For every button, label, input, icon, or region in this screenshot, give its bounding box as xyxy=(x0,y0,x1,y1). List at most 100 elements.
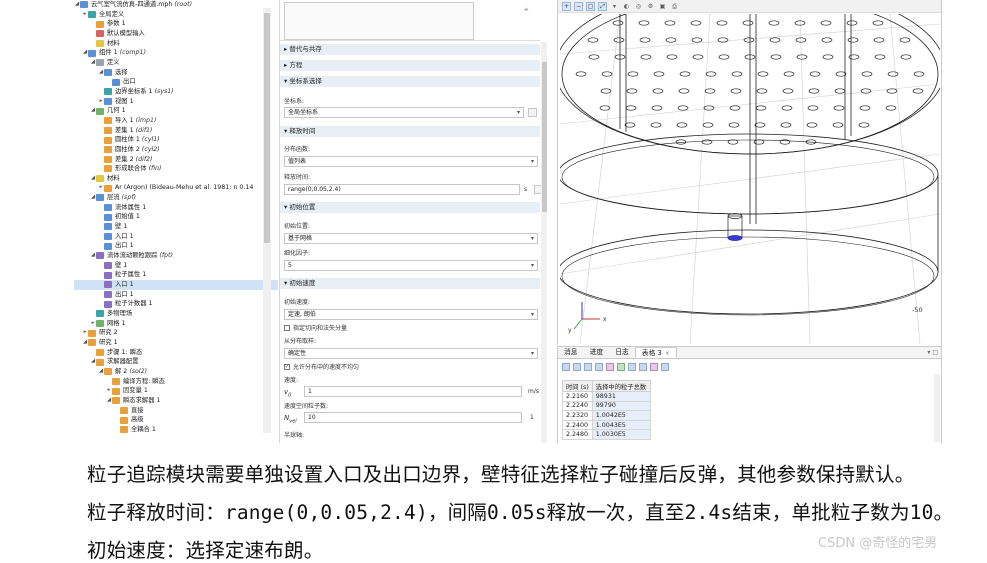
tree-node[interactable]: ◢ 瞬态求解器 1 xyxy=(74,396,278,406)
tree-node[interactable]: ◢ 组件 1 (comp1) xyxy=(74,48,278,58)
table-cell[interactable]: 2.2320 xyxy=(562,410,593,421)
tree-node[interactable]: 入口 1 xyxy=(74,280,278,290)
zoom-in-icon[interactable]: + xyxy=(562,1,571,11)
table-full-precision-icon[interactable] xyxy=(562,362,570,371)
initial-velocity-select[interactable]: 定速, 朗伯 xyxy=(284,309,538,320)
tree-node[interactable]: 材料 xyxy=(74,39,278,49)
table-cell[interactable]: 2.2240 xyxy=(562,400,593,412)
checkbox-box[interactable]: ✓ xyxy=(284,363,290,370)
refinement-factor-select[interactable]: 5 xyxy=(284,260,538,271)
coord-system-select[interactable]: 全局坐标系 xyxy=(284,107,524,118)
results-tab[interactable]: 消息 xyxy=(558,347,584,358)
table-cell[interactable]: 99790 xyxy=(591,400,651,412)
zoom-out-icon[interactable]: − xyxy=(574,1,583,11)
tree-node[interactable]: ◢ 选择 xyxy=(74,68,278,78)
table-row[interactable]: 2.2400 1.0043E5 xyxy=(562,419,651,431)
table-cell[interactable]: 2.2160 xyxy=(562,391,593,402)
tree-node[interactable]: 圆柱体 2 (cyl2) xyxy=(74,145,278,155)
table-row[interactable]: 2.2480 1.0030E5 xyxy=(562,429,651,440)
window-controls[interactable]: ▾ □ xyxy=(927,349,938,356)
tree-node[interactable]: ◢ 几何 1 xyxy=(74,106,278,116)
tree-node[interactable]: ▸ Ar (Argon) (Bideau-Mehu et al. 1981: n … xyxy=(74,183,278,193)
tree-node[interactable]: 差集 2 (dif2) xyxy=(74,155,278,165)
zoom-extents-icon[interactable]: ⤢ xyxy=(598,1,607,11)
table-column-header[interactable]: 选择中的粒子总数 xyxy=(591,380,651,392)
section-release-time[interactable]: ▾ 释放时间 xyxy=(280,126,540,137)
tree-node[interactable]: ◢ 流体流动颗粒跟踪 (fpt) xyxy=(74,251,278,261)
section-initial-velocity[interactable]: ▾ 初始速度 xyxy=(280,278,540,289)
tree-node[interactable]: ◢ 定义 xyxy=(74,58,278,68)
tree-node[interactable]: 流体属性 1 xyxy=(74,203,278,213)
table-manual-precision-icon[interactable] xyxy=(584,362,592,371)
tree-node[interactable]: 圆柱体 1 (cyl1) xyxy=(74,135,278,145)
table-surface-icon[interactable] xyxy=(617,362,625,371)
tree-node[interactable]: 步骤 1: 瞬态 xyxy=(74,348,278,358)
tree-node[interactable]: ◢ 材料 xyxy=(74,174,278,184)
tree-node[interactable]: 初始值 1 xyxy=(74,212,278,222)
tree-node[interactable]: ▸ 网格 1 xyxy=(74,319,278,329)
tree-node[interactable]: 全耦合 1 xyxy=(74,425,278,435)
image-snapshot-icon[interactable]: ▣ xyxy=(658,2,667,11)
print-icon[interactable]: ⎙ xyxy=(670,2,679,11)
tree-node[interactable]: 编译方程: 瞬态 xyxy=(74,377,278,387)
tree-node[interactable]: ◢ 求解器配置 xyxy=(74,357,278,367)
results-scrollbar[interactable] xyxy=(934,374,940,442)
tree-node[interactable]: 参数 1 xyxy=(74,19,278,29)
table-cell[interactable]: 2.2480 xyxy=(562,429,593,440)
tree-node[interactable]: ◢ 研究 1 xyxy=(74,338,278,348)
geometry-view[interactable]: x y xyxy=(560,14,940,344)
settings-gear-icon[interactable]: ⚙ xyxy=(646,2,655,11)
table-auto-precision-icon[interactable] xyxy=(573,362,581,371)
clear-table-icon[interactable] xyxy=(650,362,658,371)
close-tab-icon[interactable]: × xyxy=(665,350,670,357)
tree-scrollbar[interactable] xyxy=(263,8,271,433)
section-initial-position[interactable]: ▾ 初始位置 xyxy=(280,202,540,213)
tree-node[interactable]: 多物理场 xyxy=(74,309,278,319)
tree-scroll-thumb[interactable] xyxy=(264,13,270,243)
tree-node[interactable]: 差集 1 (dif1) xyxy=(74,126,278,136)
view-dropdown-icon[interactable]: ▾ xyxy=(610,2,619,11)
tree-node[interactable]: ▸ 全局定义 xyxy=(74,10,278,20)
table-graph-icon[interactable] xyxy=(606,362,614,371)
table-cell[interactable]: 98931 xyxy=(591,391,651,402)
specify-tangent-normal-checkbox[interactable]: 指定切向和法矢分量 xyxy=(284,323,347,332)
tree-node[interactable]: ◢ 层流 (spf) xyxy=(74,193,278,203)
zoom-box-icon[interactable]: ▢ xyxy=(586,1,595,11)
tree-node[interactable]: 入口 1 xyxy=(74,232,278,242)
table-column-header[interactable]: 时间 (s) xyxy=(562,380,593,392)
tree-node[interactable]: 出口 1 xyxy=(74,290,278,300)
tree-node[interactable]: 高级 xyxy=(74,415,278,425)
table-row[interactable]: 2.2160 98931 xyxy=(562,391,651,402)
results-tab[interactable]: 表格 3 × xyxy=(634,347,677,358)
tree-node[interactable]: 出口 1 xyxy=(74,241,278,251)
tree-node[interactable]: ◢ 云气室气流仿真-四通道.mph (root) xyxy=(74,0,278,10)
checkbox-box[interactable] xyxy=(284,324,290,331)
tree-node[interactable]: ▸ 视图 1 xyxy=(74,97,278,107)
table-row[interactable]: 2.2240 99790 xyxy=(562,400,651,412)
settings-scrollbar[interactable] xyxy=(541,42,547,443)
tree-node[interactable]: 出口 xyxy=(74,77,278,87)
table-cell[interactable]: 2.2400 xyxy=(562,419,593,431)
table-cell[interactable]: 1.0030E5 xyxy=(591,429,651,440)
table-cell[interactable]: 1.0043E5 xyxy=(591,419,651,431)
table-engineering-icon[interactable] xyxy=(595,362,603,371)
section-override-coexistence[interactable]: ▸ 替代与共存 xyxy=(280,44,540,55)
tree-node[interactable]: 导入 1 (imp1) xyxy=(74,116,278,126)
table-cell[interactable]: 1.0042E5 xyxy=(591,410,651,421)
speed-input[interactable]: 1 xyxy=(304,386,522,397)
release-times-input[interactable]: range(0,0.05,2.4) xyxy=(284,184,520,195)
section-equation[interactable]: ▸ 方程 xyxy=(280,60,540,71)
allow-nonuniform-checkbox[interactable]: ✓ 允许分布中的速度不均匀 xyxy=(284,362,359,371)
results-tab[interactable]: 日志 xyxy=(609,347,635,358)
sampling-select[interactable]: 确定性 xyxy=(284,348,538,359)
transparency-icon[interactable]: ◎ xyxy=(634,2,643,11)
initial-position-select[interactable]: 基于网格 xyxy=(284,233,538,244)
settings-scroll-thumb[interactable] xyxy=(542,62,547,212)
settings-dropdown-icon[interactable] xyxy=(661,362,669,371)
tree-node[interactable]: 边界坐标系 1 (sys1) xyxy=(74,87,278,97)
section-coordinate-system[interactable]: ▾ 坐标系选择 xyxy=(280,76,540,87)
table-row[interactable]: 2.2320 1.0042E5 xyxy=(562,410,651,421)
coord-system-goto-button[interactable] xyxy=(528,108,537,117)
tree-node[interactable]: 粒子计数器 1 xyxy=(74,299,278,309)
tree-node[interactable]: 壁 1 xyxy=(74,261,278,271)
